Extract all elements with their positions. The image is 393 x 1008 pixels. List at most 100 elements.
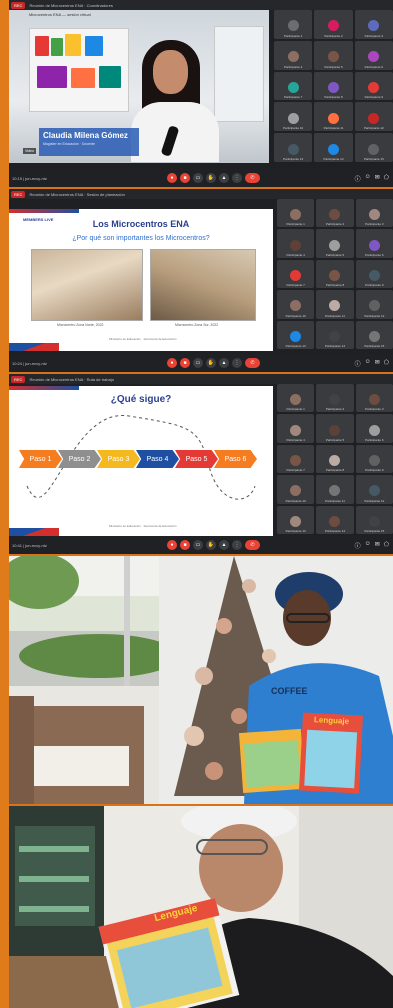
activities-icon[interactable]: ⬠ (384, 174, 389, 183)
participant-name: Participante 1 (286, 407, 305, 412)
raise-hand-icon[interactable]: ✋ (206, 173, 216, 183)
participant-tile[interactable]: Participante 1 (277, 384, 315, 413)
participant-tile[interactable]: Participante 3 (355, 384, 393, 413)
activities-icon[interactable]: ⬠ (384, 359, 389, 368)
present-icon[interactable]: ▲ (219, 173, 229, 183)
slide-accent (9, 209, 79, 213)
mic-off-icon[interactable]: ● (167, 358, 177, 368)
participant-tile[interactable]: Participante 11 (314, 102, 353, 132)
mic-off-icon[interactable]: ● (167, 540, 177, 550)
participant-tile[interactable]: Participante 15 (354, 133, 393, 162)
participant-tile[interactable]: Participante 1 (274, 10, 313, 39)
participant-name: Participante 9 (365, 468, 384, 473)
more-options-icon[interactable]: ⋮ (232, 358, 242, 368)
shared-slide[interactable]: ¿Qué sigue? Paso 1 Paso 2 Paso 3 Paso 4 Paso… (9, 386, 273, 536)
people-icon[interactable]: ☺ (365, 174, 371, 183)
participant-tile[interactable]: Participante 5 (316, 229, 354, 258)
people-icon[interactable]: ☺ (365, 359, 371, 368)
participant-tile[interactable]: Participante 5 (316, 414, 354, 443)
participant-tile[interactable]: Participante 9 (355, 259, 393, 289)
captions-icon[interactable]: ▭ (193, 540, 203, 550)
participant-tile[interactable]: Participante 4 (277, 414, 315, 443)
raise-hand-icon[interactable]: ✋ (206, 358, 216, 368)
participant-name: Participante 2 (325, 222, 345, 227)
participant-tile[interactable]: Participante 13 (277, 320, 315, 349)
participant-tile[interactable]: Participante 14 (316, 320, 354, 349)
participant-tile[interactable]: Participante 7 (277, 259, 315, 289)
mic-off-icon[interactable]: ● (167, 173, 177, 183)
participant-tile[interactable]: Participante 8 (316, 259, 354, 289)
present-icon[interactable]: ▲ (219, 540, 229, 550)
participant-avatar (290, 300, 302, 312)
participant-name: Participante 1 (286, 222, 305, 227)
shared-slide[interactable]: MEMBERS LIVE Los Microcentros ENA ¿Por q… (9, 209, 273, 351)
meeting-screenshot-2: REC Reunión de Microcentros ENA · Sesión… (9, 189, 393, 372)
activities-icon[interactable]: ⬠ (384, 541, 389, 550)
participant-name: Participante 1 (283, 33, 303, 38)
participant-tile[interactable]: Participante 13 (277, 505, 315, 534)
participant-tile[interactable]: Participante 9 (354, 71, 393, 101)
participant-tile[interactable]: Participante 10 (277, 290, 315, 319)
participant-avatar (368, 20, 380, 32)
participant-avatar (290, 209, 302, 221)
participant-tile[interactable]: Participante 5 (314, 40, 353, 70)
raise-hand-icon[interactable]: ✋ (206, 540, 216, 550)
participant-tile[interactable]: Participante 7 (274, 71, 313, 101)
participant-tile[interactable]: Participante 14 (316, 505, 354, 534)
step-arrow: Paso 2 (58, 450, 101, 468)
participant-tile[interactable]: Participante 10 (274, 102, 313, 132)
participant-gallery: Participante 1 Participante 2 Participante… (277, 199, 393, 349)
participant-tile[interactable]: Participante 6 (355, 229, 393, 258)
hang-up-icon[interactable]: ✆ (245, 540, 260, 550)
participant-tile[interactable]: Participante 3 (355, 199, 393, 228)
participant-tile[interactable]: Participante 4 (274, 40, 313, 70)
participant-tile[interactable]: Participante 6 (354, 40, 393, 70)
participant-tile[interactable]: Participante 3 (354, 10, 393, 39)
participant-tile[interactable]: Participante 12 (355, 475, 393, 504)
participant-tile[interactable]: Participante 8 (316, 444, 354, 474)
camera-off-icon[interactable]: ■ (180, 540, 190, 550)
captions-icon[interactable]: ▭ (193, 173, 203, 183)
presenter-video[interactable]: Microcentros ENA — sesión virtual Claudi… (9, 10, 269, 163)
participant-tile[interactable]: Participante 12 (355, 290, 393, 319)
more-options-icon[interactable]: ⋮ (232, 173, 242, 183)
participant-tile[interactable]: Participante 6 (355, 414, 393, 443)
participant-tile[interactable]: Participante 7 (277, 444, 315, 474)
participant-tile[interactable]: Participante 11 (316, 475, 354, 504)
chat-icon[interactable]: ✉ (375, 541, 380, 550)
participant-avatar (290, 515, 302, 527)
participant-tile[interactable]: Participante 12 (354, 102, 393, 132)
participant-name: Participante 8 (324, 95, 343, 100)
participant-tile[interactable]: Participante 1 (277, 199, 315, 228)
captions-icon[interactable]: ▭ (193, 358, 203, 368)
participant-avatar (287, 20, 299, 32)
participant-tile[interactable]: Participante 2 (314, 10, 353, 39)
participant-tile[interactable]: Participante 9 (355, 444, 393, 474)
participant-tile[interactable]: Participante 4 (277, 229, 315, 258)
hang-up-icon[interactable]: ✆ (245, 173, 260, 183)
participant-name: Participante 7 (283, 95, 303, 100)
participant-name: Participante 15 (364, 528, 385, 533)
participant-tile[interactable]: Participante 11 (316, 290, 354, 319)
info-icon[interactable]: ⓘ (355, 541, 361, 550)
camera-off-icon[interactable]: ■ (180, 358, 190, 368)
hang-up-icon[interactable]: ✆ (245, 358, 260, 368)
side-controls: ⓘ ☺ ✉ ⬠ (355, 541, 389, 550)
info-icon[interactable]: ⓘ (355, 174, 361, 183)
chat-icon[interactable]: ✉ (375, 174, 380, 183)
participant-tile[interactable]: Participante 15 (355, 505, 393, 534)
participant-tile[interactable]: Participante 10 (277, 475, 315, 504)
participant-tile[interactable]: Participante 15 (355, 320, 393, 349)
participant-tile[interactable]: Participante 2 (316, 199, 354, 228)
participant-tile[interactable]: Participante 2 (316, 384, 354, 413)
present-icon[interactable]: ▲ (219, 358, 229, 368)
participant-tile[interactable]: Participante 8 (314, 71, 353, 101)
camera-off-icon[interactable]: ■ (180, 173, 190, 183)
chat-icon[interactable]: ✉ (375, 359, 380, 368)
people-icon[interactable]: ☺ (365, 541, 371, 550)
participant-tile[interactable]: Participante 14 (314, 133, 353, 162)
more-options-icon[interactable]: ⋮ (232, 540, 242, 550)
participant-avatar (329, 485, 341, 497)
info-icon[interactable]: ⓘ (355, 359, 361, 368)
participant-tile[interactable]: Participante 13 (274, 133, 313, 162)
